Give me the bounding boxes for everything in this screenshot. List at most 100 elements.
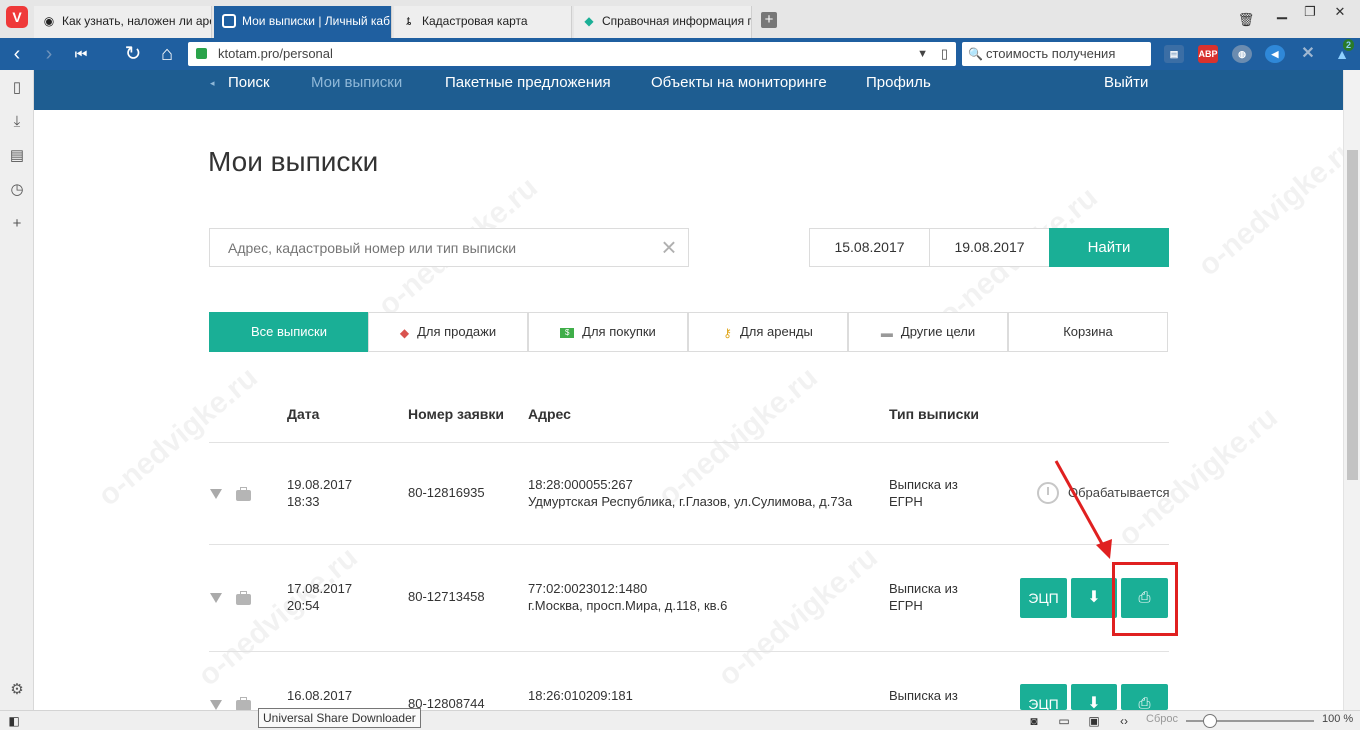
table-divider — [209, 651, 1169, 652]
nav-package-offers[interactable]: Пакетные предложения — [445, 72, 611, 94]
browser-tab-active[interactable]: Мои выписки | Личный каб — [214, 6, 392, 38]
tab-title: Кадастровая карта — [422, 14, 528, 28]
clear-icon[interactable]: × — [656, 234, 682, 260]
browser-address-bar: ‹ › ⏮ ↻ ⌂ ktotam.pro/personal ▼ ▯ 🔍 стои… — [0, 38, 1360, 70]
row-number: 80-12816935 — [408, 485, 485, 500]
settings-gear-icon[interactable]: ⚙ — [7, 680, 27, 700]
lock-icon — [196, 48, 207, 59]
globe-icon: ◉ — [43, 14, 55, 28]
back-icon[interactable]: ‹ — [4, 42, 30, 66]
rewind-icon[interactable]: ⏮ — [68, 42, 94, 66]
search-input[interactable] — [209, 228, 689, 267]
minimize-icon[interactable]: ▁ — [1268, 2, 1296, 22]
filter-tab-cart[interactable]: Корзина — [1008, 312, 1168, 352]
browser-status-bar: ◧ ◙ ▭ ▣ ‹› Сброс 100 % — [0, 710, 1360, 730]
download-icon: ⬇ — [1087, 589, 1101, 606]
browser-tab[interactable]: ȶ Кадастровая карта — [394, 6, 572, 38]
browser-tab[interactable]: ◉ Как узнать, наложен ли аре — [34, 6, 212, 38]
page-scrollbar[interactable] — [1343, 70, 1360, 710]
briefcase-icon — [236, 591, 251, 605]
trash-icon[interactable]: 🗑 — [1232, 10, 1260, 30]
browser-sidebar: ▯ ⤓ ▤ ◷ + ⚙ — [0, 70, 34, 710]
notification-extension-icon[interactable]: 2 ▲ — [1332, 39, 1354, 63]
expand-arrow-icon[interactable] — [210, 593, 222, 603]
download-button[interactable]: ⬇ — [1071, 684, 1117, 710]
bookmark-icon[interactable]: ▯ — [941, 42, 948, 66]
ecp-button[interactable]: ЭЦП — [1020, 684, 1067, 710]
briefcase-icon — [236, 487, 251, 501]
forward-icon[interactable]: › — [36, 42, 62, 66]
ecp-button[interactable]: ЭЦП — [1020, 578, 1067, 618]
panel-toggle-icon[interactable]: ◧ — [6, 714, 22, 728]
tab-title: Как узнать, наложен ли аре — [62, 14, 212, 28]
date-to-field[interactable]: 19.08.2017 — [929, 228, 1050, 267]
globe-extension-icon[interactable]: ◍ — [1232, 45, 1252, 63]
browser-search-field[interactable]: 🔍 стоимость получения — [962, 42, 1151, 66]
nav-profile[interactable]: Профиль — [866, 72, 931, 94]
browser-tab-bar: V ◉ Как узнать, наложен ли аре Мои выпис… — [0, 0, 1360, 38]
row-address: 18:28:000055:267 Удмуртская Республика, г… — [528, 477, 853, 509]
downloads-panel-icon[interactable]: ⤓ — [7, 112, 27, 132]
history-panel-icon[interactable]: ◷ — [7, 180, 27, 200]
filter-tab-sale[interactable]: ◆ Для продажи — [368, 312, 528, 352]
nav-search[interactable]: Поиск — [228, 72, 270, 94]
table-divider — [209, 442, 1169, 443]
home-icon[interactable]: ⌂ — [154, 42, 180, 66]
reload-icon[interactable]: ↻ — [120, 42, 146, 66]
extension-tooltip: Universal Share Downloader — [258, 708, 421, 728]
print-button[interactable]: ⎙ — [1121, 684, 1168, 710]
restore-icon[interactable]: ❐ — [1296, 2, 1324, 22]
nav-monitoring[interactable]: Объекты на мониторинге — [651, 72, 827, 94]
filter-tab-label: Другие цели — [900, 324, 976, 339]
add-panel-icon[interactable]: + — [7, 214, 27, 234]
scrollbar-thumb[interactable] — [1347, 150, 1358, 480]
close-window-icon[interactable]: ✕ — [1326, 2, 1354, 22]
nav-logout[interactable]: Выйти — [1104, 72, 1148, 94]
row-date: 19.08.2017 18:33 — [287, 477, 353, 509]
tab-title: Справочная информация п — [602, 14, 752, 28]
zoom-reset[interactable]: Сброс — [1146, 713, 1178, 725]
chevron-down-icon[interactable]: ▼ — [917, 42, 928, 66]
expand-arrow-icon[interactable] — [210, 489, 222, 499]
pin-icon: ȶ — [406, 14, 412, 28]
url-field[interactable]: ktotam.pro/personal ▼ ▯ — [188, 42, 956, 66]
notes-panel-icon[interactable]: ▤ — [7, 146, 27, 166]
row-address: 18:26:010209:181 — [528, 688, 633, 703]
filter-tab-purchase[interactable]: $ Для покупки — [528, 312, 688, 352]
page-title: Мои выписки — [208, 146, 379, 177]
tag-icon: ◆ — [399, 325, 410, 340]
briefcase-icon: ▬ — [880, 325, 893, 340]
highlight-box — [1112, 562, 1178, 636]
share-extension-icon[interactable]: ◀ — [1265, 45, 1285, 63]
column-header-address: Адрес — [528, 406, 571, 422]
code-icon[interactable]: ‹› — [1116, 714, 1132, 728]
image-icon[interactable]: ▣ — [1086, 714, 1102, 728]
new-tab-plus-icon[interactable]: + — [761, 12, 777, 28]
printer-icon: ⎙ — [1138, 695, 1151, 710]
adblock-extension-icon[interactable]: ABP — [1198, 45, 1218, 63]
row-type: Выписка из ЕГРН — [889, 477, 958, 509]
browser-tab[interactable]: ◆ Справочная информация п — [574, 6, 752, 38]
filter-tab-label: Для покупки — [582, 324, 656, 339]
filter-tab-rent[interactable]: ⚷ Для аренды — [688, 312, 848, 352]
nav-my-extracts[interactable]: Мои выписки — [311, 72, 402, 94]
find-button[interactable]: Найти — [1049, 228, 1169, 267]
tile-icon[interactable]: ▭ — [1056, 714, 1072, 728]
date-from-field[interactable]: 15.08.2017 — [809, 228, 930, 267]
bookmarks-panel-icon[interactable]: ▯ — [7, 78, 27, 98]
download-button[interactable]: ⬇ — [1071, 578, 1117, 618]
table-divider — [209, 544, 1169, 545]
row-date: 17.08.2017 20:54 — [287, 581, 353, 613]
camera-icon[interactable]: ◙ — [1026, 714, 1042, 728]
filter-tab-all[interactable]: Все выписки — [209, 312, 369, 352]
expand-arrow-icon[interactable] — [210, 700, 222, 710]
row-address: 77:02:0023012:1480 г.Москва, просп.Мира, … — [528, 581, 728, 613]
column-header-type: Тип выписки — [889, 406, 979, 422]
downloader-extension-icon[interactable]: ▤ — [1164, 45, 1184, 63]
vivaldi-logo-icon[interactable]: V — [6, 6, 28, 28]
zoom-slider-handle[interactable] — [1203, 714, 1217, 728]
tools-extension-icon[interactable]: ✕ — [1298, 45, 1318, 63]
filter-tab-other[interactable]: ▬ Другие цели — [848, 312, 1008, 352]
row-type: Выписка из — [889, 688, 958, 703]
zoom-value: 100 % — [1322, 713, 1354, 725]
